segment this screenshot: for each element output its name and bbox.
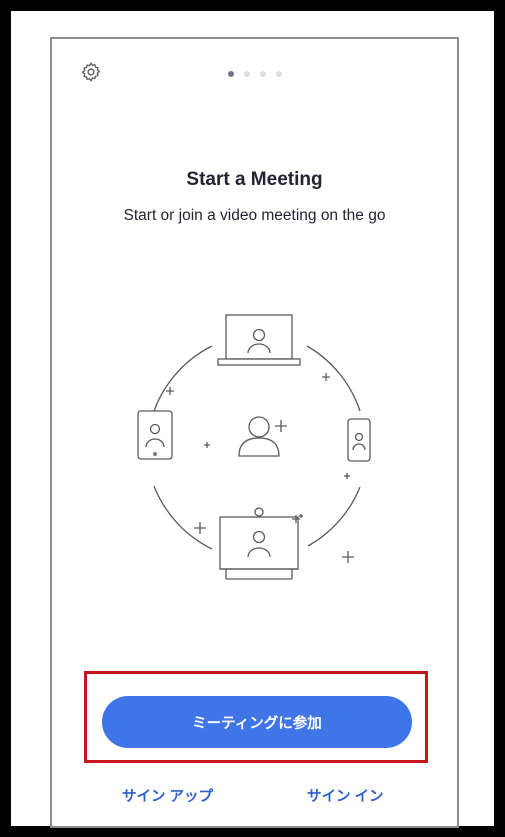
phone-screen: Start a Meeting Start or join a video me… [50,37,459,828]
outer-frame: Start a Meeting Start or join a video me… [11,11,494,828]
page-dot[interactable] [260,71,266,77]
page-indicator [228,71,282,77]
gear-icon[interactable] [80,61,102,83]
page-dot[interactable] [276,71,282,77]
sign-in-link[interactable]: サイン イン [307,785,384,806]
devices-around-person-icon [137,314,371,580]
join-meeting-button[interactable]: ミーティングに参加 [102,696,412,748]
sign-up-link[interactable]: サイン アップ [122,785,213,806]
page-dot[interactable] [244,71,250,77]
page-subtitle: Start or join a video meeting on the go [123,207,386,224]
page-title: Start a Meeting [186,169,323,190]
page-dot-active[interactable] [228,71,234,77]
